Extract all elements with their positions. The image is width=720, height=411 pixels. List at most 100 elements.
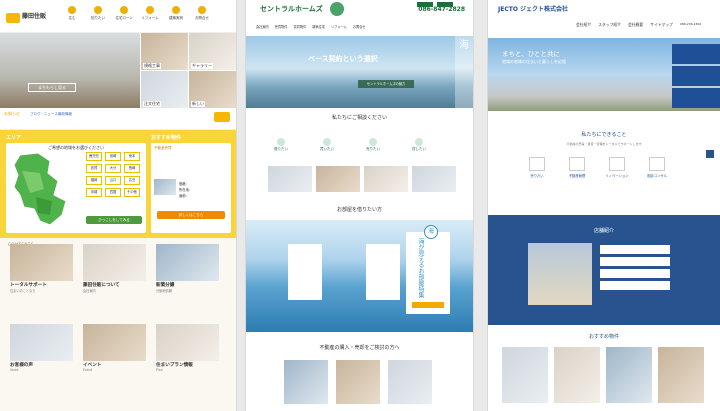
feature-button[interactable] (412, 302, 444, 308)
category-image[interactable] (364, 166, 408, 192)
nav-item[interactable]: 会社概要 (628, 22, 643, 28)
nav-item[interactable]: お問合せ (353, 24, 366, 29)
nav-item[interactable]: 会社紹介 (576, 22, 591, 28)
nav-item[interactable]: リフォーム (331, 24, 347, 29)
service-item[interactable]: リノベーション (604, 157, 630, 178)
panel-real-estate-blue: JECTO ジェクト株式会社 会社紹介 スタッフ紹介 会社概要 サイトマップ 0… (488, 0, 720, 411)
property-card[interactable] (288, 244, 322, 300)
region-button[interactable]: 宮崎 (105, 152, 121, 161)
content-card[interactable]: 新築分譲 分譲地情報 (156, 244, 219, 293)
tool-icon (146, 6, 154, 14)
thumb[interactable]: 注文住宅 (141, 71, 188, 108)
side-row: 価格： (179, 182, 189, 186)
category-item[interactable]: 買いたい (314, 138, 340, 152)
region-button[interactable]: 大分 (105, 164, 121, 173)
recommended-panel: 不動産売買 価格： 所在地： 面積： 詳しくはこちら (151, 143, 231, 233)
property-image[interactable] (284, 360, 328, 404)
consult-section: 私たちにご相談ください 借りたい 買いたい 売りたい 貸したい (246, 108, 473, 194)
card-image (83, 244, 146, 281)
nav-item[interactable]: スタッフ紹介 (598, 22, 621, 28)
side-link[interactable] (672, 66, 720, 86)
logo[interactable]: セントラルホームズ (260, 4, 323, 14)
news-button[interactable] (214, 112, 230, 122)
screenshot-stage: 藤田住販 住む 知りたい 住宅ローン リフォーム 建築実例 お問合せ まちもらし… (0, 0, 720, 411)
region-button[interactable]: 熊本 (124, 152, 140, 161)
content-card[interactable]: 住まいプラン情報 Plan (156, 324, 219, 372)
info-row[interactable] (600, 245, 670, 254)
service-item[interactable]: 相談コンサル (644, 157, 670, 178)
service-item[interactable]: 売りたい (524, 157, 550, 178)
content-card[interactable]: 藤田住販について 会社案内 (83, 244, 146, 293)
property-image[interactable] (658, 347, 704, 403)
thumb[interactable]: 新しい (189, 71, 236, 108)
service-item[interactable]: 不動産管理 (564, 157, 590, 178)
panel-real-estate-green: セントラルホームズ 086-847-2828 会社案内 売買物件 賃貸物件 新築… (246, 0, 473, 411)
nav-item[interactable]: 会社案内 (256, 24, 269, 29)
news-link[interactable]: ブログ・ニュース最新情報 (30, 112, 72, 117)
region-button[interactable]: その他 (124, 188, 140, 197)
services-section: 私たちにできること 不動産の売買・賃貸・管理をトータルでサポートします 売りたい… (488, 111, 720, 215)
region-button[interactable]: 佐賀 (86, 164, 102, 173)
nav-item[interactable]: 新築住宅 (312, 24, 325, 29)
key-icon (569, 157, 585, 171)
nav-item[interactable]: サイトマップ (650, 22, 673, 28)
category-image[interactable] (268, 166, 312, 192)
shop-image[interactable] (528, 243, 592, 305)
nav-item[interactable]: 賃貸物件 (294, 24, 307, 29)
property-image[interactable] (502, 347, 548, 403)
side-link[interactable] (672, 88, 720, 108)
category-item[interactable]: 貸したい (406, 138, 432, 152)
header: 藤田住販 住む 知りたい 住宅ローン リフォーム 建築実例 お問合せ (0, 0, 236, 33)
thumb[interactable]: 規格工事 (141, 33, 188, 70)
property-image[interactable] (554, 347, 600, 403)
nav-item[interactable]: お問合せ (192, 6, 212, 21)
card-image (83, 324, 146, 361)
hero-label[interactable]: まちもらし見る (28, 83, 76, 92)
sea-view-feature: 海が見えるお部屋特集 海 (246, 220, 473, 332)
content-card[interactable]: トータルサポート 住まいのことなら (10, 244, 73, 293)
region-button[interactable]: 広島 (124, 176, 140, 185)
info-row[interactable] (600, 257, 670, 266)
property-image[interactable] (388, 360, 432, 404)
section-title: おすすめ物件 (588, 334, 619, 340)
logo[interactable]: 藤田住販 (6, 8, 46, 24)
category-item[interactable]: 借りたい (268, 138, 294, 152)
content-card[interactable]: お客様の声 Voice (10, 324, 73, 372)
nav-item[interactable]: 住む (62, 6, 82, 21)
category-item[interactable]: 売りたい (360, 138, 386, 152)
nav-item[interactable]: 建築実例 (166, 6, 186, 21)
logo[interactable]: JECTO ジェクト株式会社 (498, 4, 568, 13)
content-card[interactable]: イベント Event (83, 324, 146, 372)
section-title: 私たちにできること (581, 132, 627, 138)
property-image[interactable] (606, 347, 652, 403)
side-detail-button[interactable]: 詳しくはこちら (157, 211, 225, 219)
side-link[interactable] (672, 44, 720, 64)
section-title: お部屋を借りたい方 (336, 207, 382, 213)
map-search-button[interactable]: ひっこしをしてみる (86, 216, 142, 224)
nav-item[interactable]: 売買物件 (275, 24, 288, 29)
region-button[interactable]: 長崎 (124, 164, 140, 173)
region-button[interactable]: 福岡 (86, 176, 102, 185)
nav-item[interactable]: 知りたい (88, 6, 108, 21)
sea-circle-icon: 海 (424, 225, 438, 239)
category-image[interactable] (412, 166, 456, 192)
thumb[interactable]: ギャラリー (189, 33, 236, 70)
category-image[interactable] (316, 166, 360, 192)
region-button[interactable]: 鹿児島 (86, 152, 102, 161)
info-row[interactable] (600, 281, 670, 290)
nav-item[interactable]: リフォーム (140, 6, 160, 21)
property-image[interactable] (154, 179, 176, 195)
info-row[interactable] (600, 269, 670, 278)
region-button[interactable]: 四国 (105, 188, 121, 197)
hero-badge[interactable]: セントラルホームズの魅力 (358, 80, 414, 88)
region-map-icon[interactable] (10, 151, 82, 229)
global-nav: 会社紹介 スタッフ紹介 会社概要 サイトマップ (576, 22, 673, 28)
rent-section-heading: お部屋を借りたい方 (246, 194, 473, 220)
region-button[interactable]: 山口 (105, 176, 121, 185)
property-card[interactable] (366, 244, 400, 300)
scroll-top-button[interactable] (706, 150, 714, 158)
nav-item[interactable]: 住宅ローン (114, 6, 134, 21)
category-images (268, 166, 456, 192)
region-button[interactable]: 沖縄 (86, 188, 102, 197)
property-image[interactable] (336, 360, 380, 404)
